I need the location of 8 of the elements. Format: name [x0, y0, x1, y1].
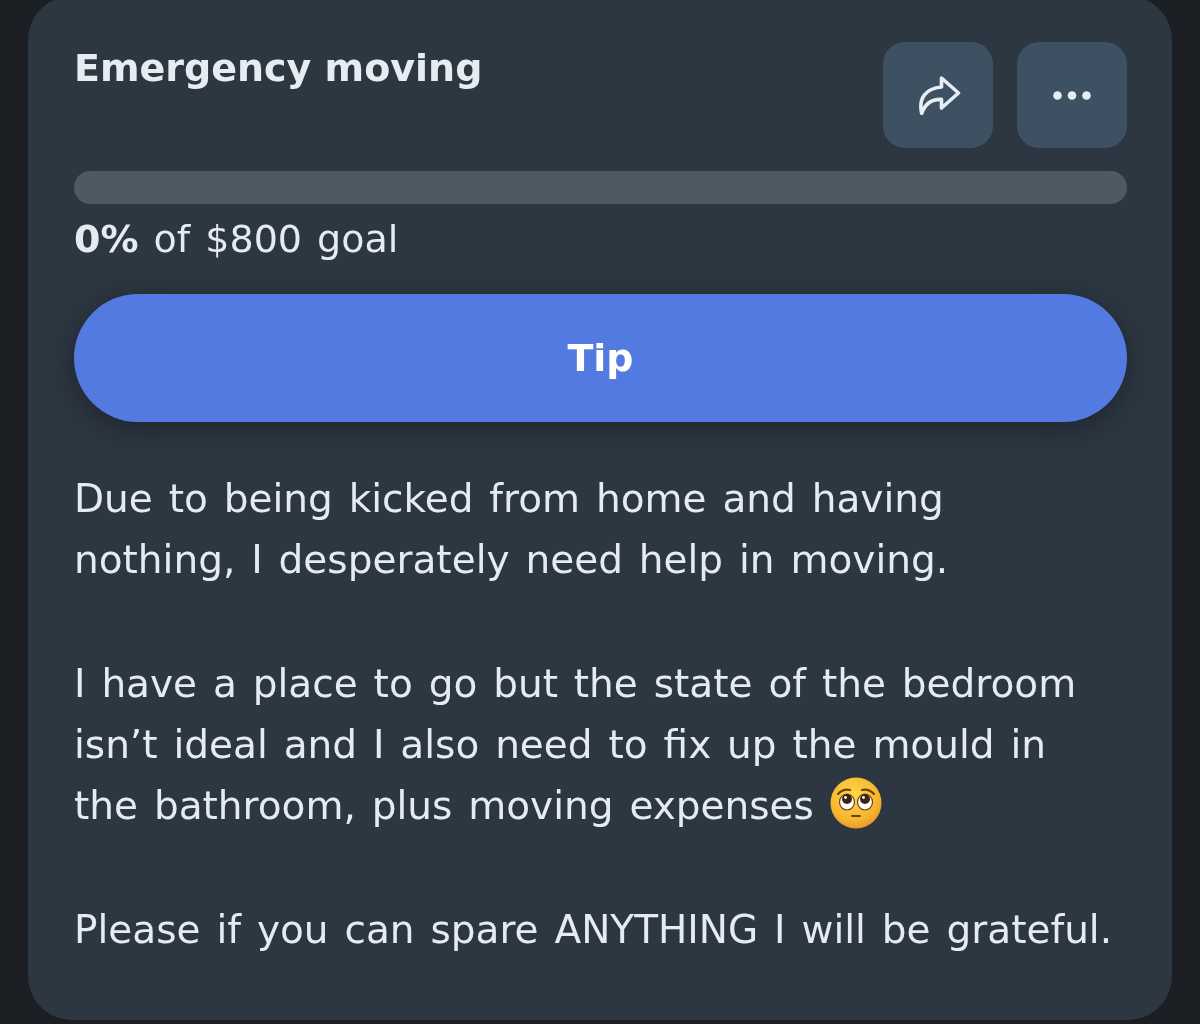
campaign-title: Emergency moving	[74, 45, 483, 92]
share-button[interactable]	[883, 42, 993, 148]
ellipsis-icon	[1053, 90, 1091, 100]
description-paragraph: I have a place to go but the state of the bedroom isn’t ideal and I also need to fix up the mould in the bathroom, plus moving expenses	[74, 660, 1078, 831]
description-paragraph: Please if you can spare ANYTHING I will be grateful.	[74, 906, 1114, 954]
progress-caption: 0% of $800 goal	[74, 216, 399, 262]
description-paragraph: Due to being kicked from home and having nothing, I desperately need help in moving.	[74, 475, 950, 584]
tip-button[interactable]: Tip	[74, 294, 1127, 422]
